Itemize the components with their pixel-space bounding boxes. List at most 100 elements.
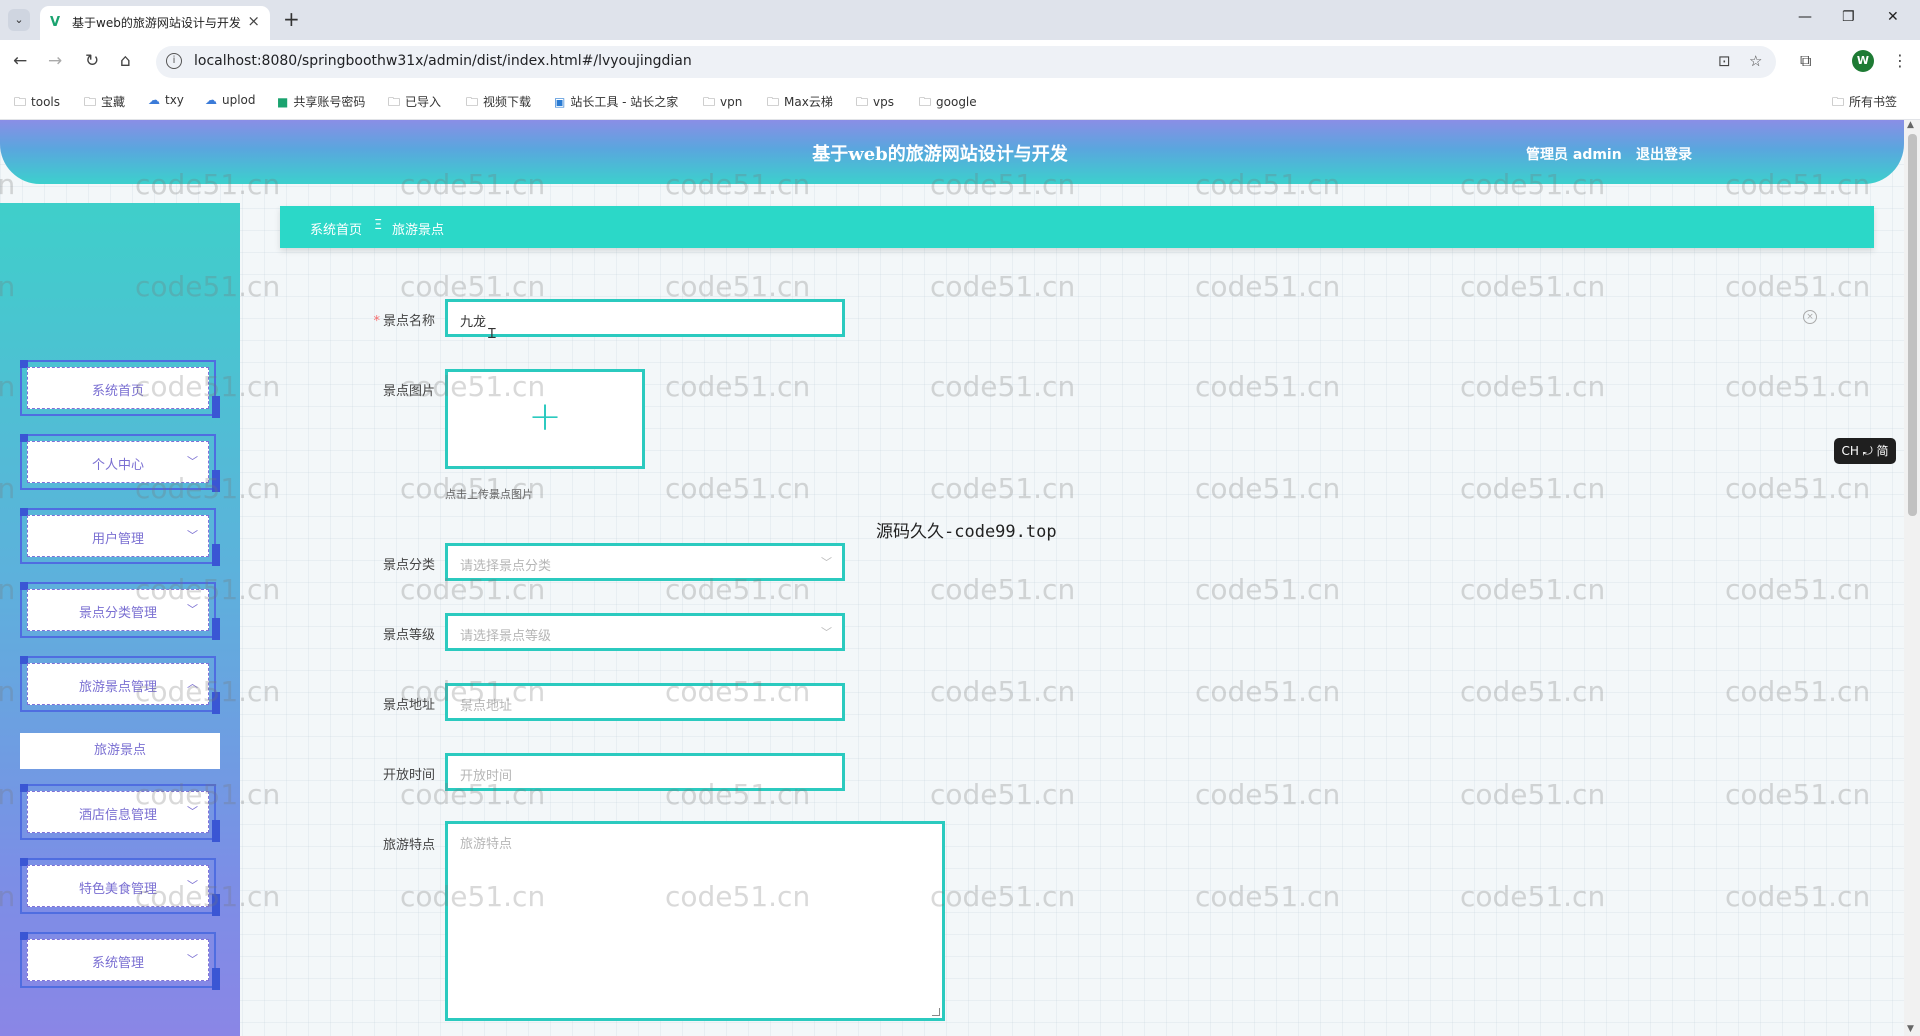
menu-corner (212, 396, 220, 418)
features-field-label: 旅游特点 (382, 838, 435, 853)
category-placeholder: 请选择景点分类 (460, 559, 552, 574)
breadcrumb-separator: Ξ (374, 218, 383, 233)
sidebar-item-users[interactable]: 用户管理 ﹀ (20, 508, 220, 566)
restore-icon[interactable]: ❐ (1842, 9, 1855, 25)
bookmark-star-icon[interactable]: ☆ (1749, 52, 1762, 70)
menu-inner: 景点分类管理 ﹀ (27, 589, 209, 631)
image-upload-box[interactable]: + (445, 369, 645, 469)
back-icon[interactable]: ← (13, 51, 27, 71)
browser-tab[interactable]: V 基于web的旅游网站设计与开发 × (40, 6, 270, 40)
menu-corner (212, 820, 220, 842)
scroll-thumb[interactable] (1908, 134, 1917, 516)
watermark-text: code51.cn (1460, 573, 1606, 606)
address-field-label: 景点地址 (382, 698, 435, 713)
level-field-label: 景点等级 (382, 628, 435, 643)
watermark-text: code51.cn (665, 370, 811, 403)
folder-icon: 🗀 (388, 95, 401, 109)
bookmark-item[interactable]: ☁ txy (148, 93, 184, 107)
watermark-text: code51.cn (1195, 370, 1341, 403)
image-field-label: 景点图片 (382, 384, 435, 399)
address-placeholder: 景点地址 (460, 699, 513, 714)
menu-inner: 系统管理 ﹀ (27, 939, 209, 981)
sidebar-item-label: 系统管理 (91, 956, 144, 971)
tab-search-icon[interactable]: ⌄ (8, 9, 30, 31)
watermark-text: code51.cn (1460, 370, 1606, 403)
sidebar-item-label: 旅游景点管理 (78, 680, 157, 695)
folder-icon: 🗀 (14, 95, 27, 109)
resize-handle-icon[interactable] (932, 1008, 940, 1016)
sidebar-item-scenic[interactable]: 旅游景点管理 ︿ (20, 656, 220, 714)
sidebar-subitem-scenic-spots[interactable]: 旅游景点 (20, 733, 220, 769)
bookmark-item[interactable]: ☁ uplod (205, 93, 256, 107)
reload-icon[interactable]: ↻ (85, 51, 99, 71)
level-select[interactable]: 请选择景点等级 ﹀ (445, 613, 845, 651)
category-select[interactable]: 请选择景点分类 ﹀ (445, 543, 845, 581)
bookmark-item[interactable]: 🗀 Max云梯 (767, 93, 833, 114)
page-scrollbar[interactable]: ▲ ▼ (1904, 120, 1920, 1036)
breadcrumb-current: 旅游景点 (392, 223, 445, 238)
bookmark-item[interactable]: 🗀 google (919, 93, 977, 114)
sidebar-item-category[interactable]: 景点分类管理 ﹀ (20, 582, 220, 640)
folder-icon: 🗀 (767, 95, 780, 109)
logout-button[interactable]: 退出登录 (1636, 144, 1692, 164)
open-time-input[interactable]: 开放时间 (445, 753, 845, 791)
level-placeholder: 请选择景点等级 (460, 629, 552, 644)
screenshot-icon[interactable]: ⊡ (1718, 52, 1731, 70)
page-content: 基于web的旅游网站设计与开发 管理员 admin 退出登录 系统首页 个人中心… (0, 120, 1920, 1036)
sidebar-item-system[interactable]: 系统管理 ﹀ (20, 932, 220, 990)
bookmark-item[interactable]: 🗀 宝藏 (84, 93, 125, 114)
site-info-icon[interactable]: i (166, 53, 182, 69)
scenic-name-input[interactable]: 九龙 (445, 299, 845, 337)
menu-corner (212, 894, 220, 916)
bookmark-item[interactable]: 🗀 vpn (703, 93, 742, 114)
sidebar-item-home[interactable]: 系统首页 (20, 360, 220, 418)
watermark-text: code51.cn (1195, 880, 1341, 913)
watermark-text: code51.cn (1195, 270, 1341, 303)
sidebar-item-food[interactable]: 特色美食管理 ﹀ (20, 858, 220, 916)
browser-tabbar: ⌄ V 基于web的旅游网站设计与开发 × + — ❐ ✕ (0, 0, 1920, 40)
watermark-text: code51.cn (1725, 270, 1871, 303)
sidebar-item-label: 酒店信息管理 (78, 808, 157, 823)
chevron-down-icon: ﹀ (187, 455, 198, 468)
bookmark-item[interactable]: ▣ 站长工具 - 站长之家 (554, 93, 678, 110)
features-textarea[interactable]: 旅游特点 (445, 821, 945, 1021)
window-close-icon[interactable]: ✕ (1887, 9, 1899, 25)
bookmark-item[interactable]: 🗀 视频下载 (466, 93, 531, 114)
extensions-icon[interactable]: ⧉ (1800, 51, 1811, 71)
scroll-up-icon[interactable]: ▲ (1907, 120, 1914, 130)
home-icon[interactable]: ⌂ (120, 51, 131, 71)
sidebar-item-label: 系统首页 (91, 384, 144, 399)
vue-favicon-icon: V (50, 15, 61, 30)
clear-icon[interactable]: × (1803, 310, 1817, 324)
bookmarks-bar: 🗀 tools 🗀 宝藏 ☁ txy ☁ uplod ■ 共享账号密码 🗀 已导入 🗀 视频下… (0, 84, 1920, 120)
bookmark-item[interactable]: 🗀 已导入 (388, 93, 441, 114)
folder-icon: 🗀 (466, 95, 479, 109)
browser-menu-icon[interactable]: ⋮ (1892, 51, 1908, 70)
folder-icon: 🗀 (84, 95, 97, 109)
breadcrumb-home[interactable]: 系统首页 (310, 219, 362, 238)
admin-user-label: 管理员 admin (1526, 147, 1622, 163)
forward-icon[interactable]: → (48, 51, 62, 71)
address-bar[interactable]: i localhost:8080/springboothw31x/admin/d… (156, 46, 1776, 78)
profile-avatar[interactable]: W (1852, 50, 1874, 72)
tab-close-icon[interactable]: × (247, 12, 260, 30)
folder-icon: 🗀 (856, 95, 869, 109)
new-tab-icon[interactable]: + (283, 7, 300, 31)
sidebar-item-hotel[interactable]: 酒店信息管理 ﹀ (20, 784, 220, 842)
sidebar-item-profile[interactable]: 个人中心 ﹀ (20, 434, 220, 492)
all-bookmarks[interactable]: 🗀 所有书签 (1832, 93, 1897, 114)
folder-icon: 🗀 (1832, 95, 1845, 109)
sidebar-item-label: 个人中心 (91, 458, 144, 473)
bookmark-item[interactable]: ■ 共享账号密码 (277, 93, 365, 110)
watermark-text: code51.cn (1195, 573, 1341, 606)
bookmark-item[interactable]: 🗀 tools (14, 93, 60, 114)
scroll-down-icon[interactable]: ▼ (1907, 1024, 1914, 1034)
ime-indicator[interactable]: CH ⤾ 简 (1834, 438, 1896, 464)
url-text[interactable]: localhost:8080/springboothw31x/admin/dis… (194, 53, 692, 69)
chevron-down-icon: ﹀ (187, 805, 198, 818)
bookmark-item[interactable]: 🗀 vps (856, 93, 894, 114)
minimize-icon[interactable]: — (1798, 9, 1812, 25)
source-note: 源码久久-code99.top (876, 522, 1057, 542)
address-input[interactable]: 景点地址 (445, 683, 845, 721)
site-icon: ■ (277, 95, 289, 109)
